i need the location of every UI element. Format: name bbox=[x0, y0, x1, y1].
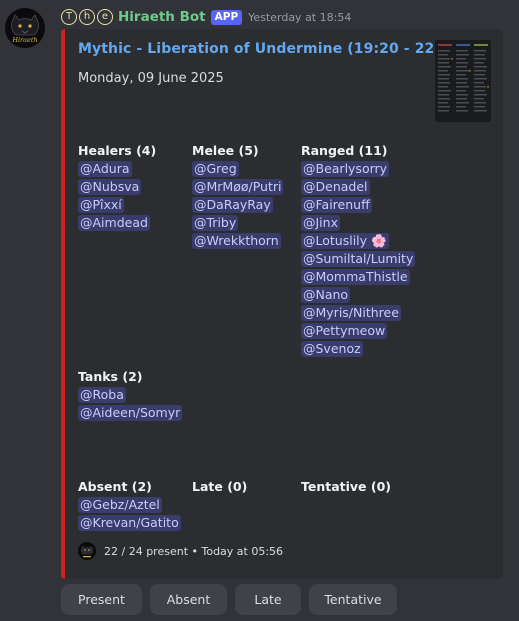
user-mention[interactable]: @Wrekkthorn bbox=[192, 233, 281, 249]
user-mention[interactable]: @Aideen/Somyr bbox=[78, 405, 183, 421]
response-buttons: Present Absent Late Tentative bbox=[61, 584, 397, 615]
avatar-logo-text: Hiraeth bbox=[11, 36, 37, 44]
field-ranged: Ranged (11) @Bearlysorry @Denadel @Faire… bbox=[301, 142, 416, 359]
user-mention[interactable]: @Jinx bbox=[301, 215, 340, 231]
field-late: Late (0) bbox=[192, 478, 247, 496]
field-title: Ranged (11) bbox=[301, 143, 388, 158]
message-header: T h e Hiraeth Bot APP Yesterday at 18:54 bbox=[61, 8, 351, 26]
tentative-button[interactable]: Tentative bbox=[309, 584, 397, 615]
user-mention[interactable]: @MrMøø/Putri bbox=[192, 179, 284, 195]
user-mention[interactable]: @Myris/Nithree bbox=[301, 305, 401, 321]
field-title: Late (0) bbox=[192, 479, 248, 494]
user-mention[interactable]: @Sumiltal/Lumity bbox=[301, 251, 416, 267]
footer-logo-icon bbox=[78, 542, 96, 560]
user-mention[interactable]: @Nubsva bbox=[78, 179, 142, 195]
embed-title: Mythic - Liberation of Undermine (19:20 … bbox=[78, 41, 467, 57]
field-melee: Melee (5) @Greg @MrMøø/Putri @DaRayRay @… bbox=[192, 142, 284, 251]
mention-list: @Bearlysorry @Denadel @Fairenuff @Jinx @… bbox=[301, 161, 416, 357]
field-title: Absent (2) bbox=[78, 479, 152, 494]
field-tentative: Tentative (0) bbox=[301, 478, 391, 496]
user-mention[interactable]: @Fairenuff bbox=[301, 197, 372, 213]
tag-letter-h-icon: h bbox=[79, 9, 95, 25]
footer-text: 22 / 24 present • Today at 05:56 bbox=[104, 544, 284, 558]
embed-footer: 22 / 24 present • Today at 05:56 bbox=[78, 542, 283, 560]
late-button[interactable]: Late bbox=[235, 584, 301, 615]
mention-list: @Greg @MrMøø/Putri @DaRayRay @Triby @Wre… bbox=[192, 161, 284, 249]
user-mention[interactable]: @Greg bbox=[192, 161, 239, 177]
mention-list: @Roba @Aideen/Somyr bbox=[78, 387, 183, 421]
user-mention[interactable]: @Adura bbox=[78, 161, 132, 177]
tag-letter-t-icon: T bbox=[61, 9, 77, 25]
field-title: Tentative (0) bbox=[301, 479, 392, 494]
field-title: Melee (5) bbox=[192, 143, 259, 158]
user-mention[interactable]: @DaRayRay bbox=[192, 197, 273, 213]
event-date: Monday, 09 June 2025 bbox=[78, 71, 224, 86]
present-button[interactable]: Present bbox=[61, 584, 142, 615]
message-timestamp[interactable]: Yesterday at 18:54 bbox=[248, 11, 351, 24]
app-badge: APP bbox=[210, 9, 243, 25]
user-mention[interactable]: @Pîxxí bbox=[78, 197, 124, 213]
mention-list: @Gebz/Aztel @Krevan/Gatito bbox=[78, 497, 181, 531]
field-absent: Absent (2) @Gebz/Aztel @Krevan/Gatito bbox=[78, 478, 181, 533]
user-mention[interactable]: @Svenoz bbox=[301, 341, 363, 357]
field-healers: Healers (4) @Adura @Nubsva @Pîxxí @Aimde… bbox=[78, 142, 156, 233]
server-tag[interactable]: T h e bbox=[61, 9, 113, 25]
user-mention[interactable]: @Denadel bbox=[301, 179, 370, 195]
user-mention[interactable]: @Aimdead bbox=[78, 215, 150, 231]
roster-thumbnail-image[interactable] bbox=[435, 40, 491, 122]
author-name[interactable]: Hiraeth Bot bbox=[118, 9, 206, 25]
user-mention[interactable]: @Krevan/Gatito bbox=[78, 515, 181, 531]
user-mention[interactable]: @Roba bbox=[78, 387, 126, 403]
roster-embed: Mythic - Liberation of Undermine (19:20 … bbox=[61, 29, 503, 579]
bot-avatar[interactable]: Hiraeth bbox=[5, 8, 45, 48]
user-mention[interactable]: @Triby bbox=[192, 215, 239, 231]
field-title: Tanks (2) bbox=[78, 369, 143, 384]
user-mention[interactable]: @MommaThistle bbox=[301, 269, 410, 285]
field-tanks: Tanks (2) @Roba @Aideen/Somyr bbox=[78, 368, 183, 423]
panther-logo-icon: Hiraeth bbox=[5, 8, 45, 48]
tag-letter-e-icon: e bbox=[97, 9, 113, 25]
user-mention[interactable]: @Pettymeow bbox=[301, 323, 388, 339]
user-mention[interactable]: @Bearlysorry bbox=[301, 161, 390, 177]
user-mention[interactable]: @Gebz/Aztel bbox=[78, 497, 162, 513]
absent-button[interactable]: Absent bbox=[150, 584, 227, 615]
user-mention[interactable]: @Lotuslily 🌸 bbox=[301, 233, 389, 249]
mention-list: @Adura @Nubsva @Pîxxí @Aimdead bbox=[78, 161, 156, 231]
field-title: Healers (4) bbox=[78, 143, 157, 158]
user-mention[interactable]: @Nano bbox=[301, 287, 351, 303]
